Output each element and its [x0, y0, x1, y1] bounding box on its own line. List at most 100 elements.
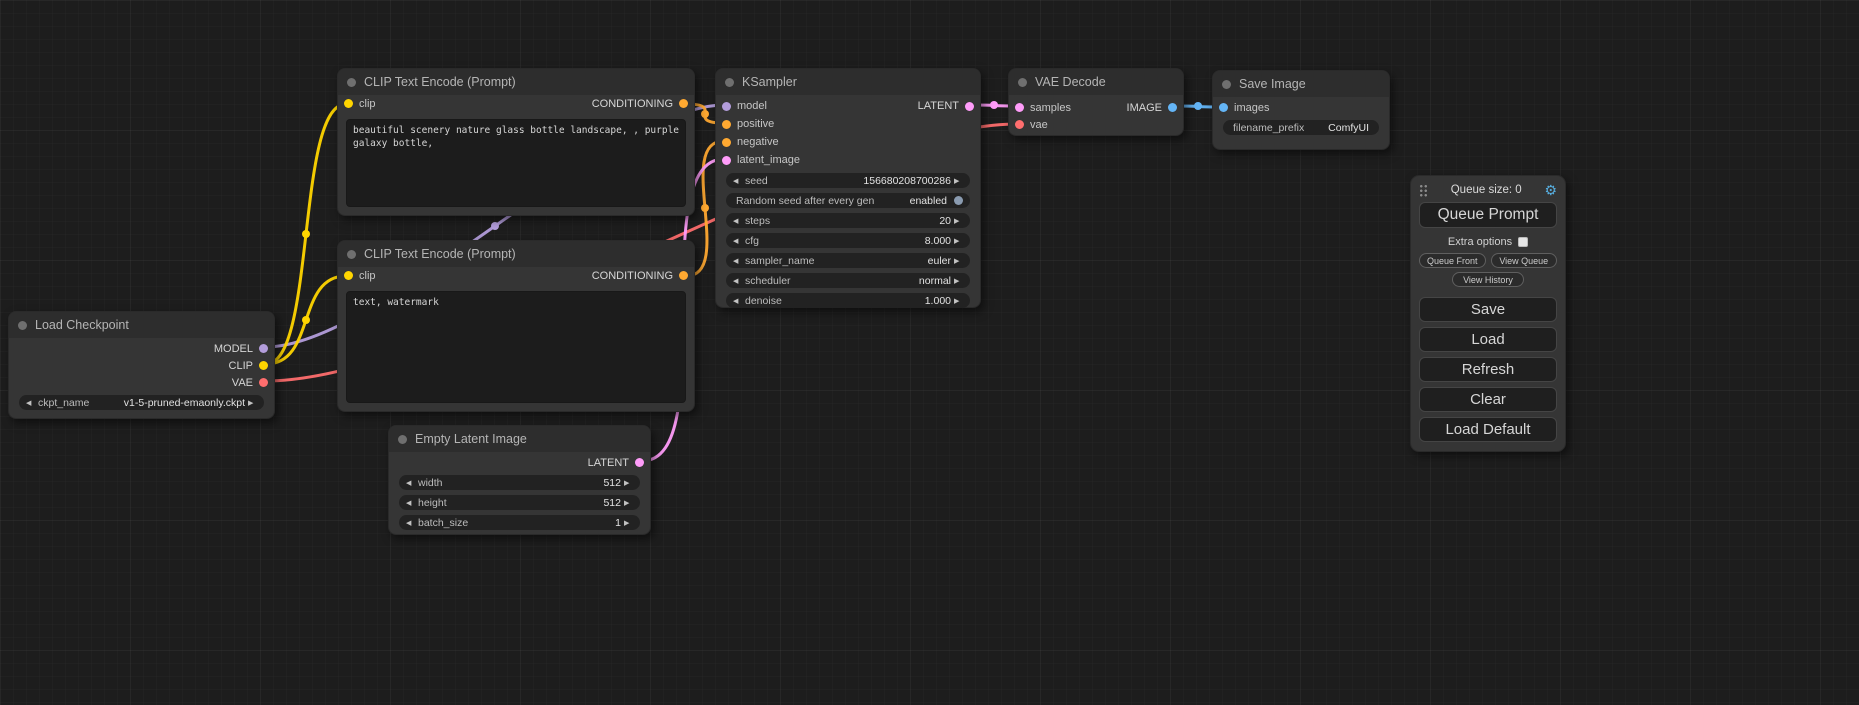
height-widget[interactable]: ◀ height 512 ▶ — [399, 495, 640, 510]
width-widget[interactable]: ◀ width 512 ▶ — [399, 475, 640, 490]
widget-value: 1 — [468, 517, 621, 529]
menu-drag-handle-icon[interactable] — [1419, 184, 1428, 197]
node-title-bar[interactable]: Load Checkpoint — [9, 312, 274, 338]
latent-output-dot[interactable] — [635, 458, 644, 467]
input-slot-clip: clip — [344, 270, 376, 282]
collapse-dot-icon[interactable] — [1018, 78, 1027, 87]
input-slot-images: images — [1213, 99, 1389, 116]
filename-prefix-widget[interactable]: filename_prefix ComfyUI — [1223, 120, 1379, 135]
increment-arrow-icon[interactable]: ▶ — [954, 297, 963, 305]
clip-input-dot[interactable] — [344, 99, 353, 108]
batch-size-widget[interactable]: ◀ batch_size 1 ▶ — [399, 515, 640, 530]
refresh-button[interactable]: Refresh — [1419, 357, 1557, 382]
increment-arrow-icon[interactable]: ▶ — [624, 499, 633, 507]
save-button[interactable]: Save — [1419, 297, 1557, 322]
sampler-name-widget[interactable]: ◀ sampler_name euler ▶ — [726, 253, 970, 268]
seed-widget[interactable]: ◀ seed 156680208700286 ▶ — [726, 173, 970, 188]
widget-label: height — [418, 497, 447, 509]
decrement-arrow-icon[interactable]: ◀ — [733, 177, 742, 185]
conditioning-output-dot[interactable] — [679, 271, 688, 280]
view-queue-button[interactable]: View Queue — [1491, 253, 1558, 268]
decrement-arrow-icon[interactable]: ◀ — [406, 519, 415, 527]
node-title-bar[interactable]: KSampler — [716, 69, 980, 95]
clip-input-dot[interactable] — [344, 271, 353, 280]
negative-input-dot[interactable] — [722, 138, 731, 147]
increment-arrow-icon[interactable]: ▶ — [624, 519, 633, 527]
output-slot-clip: CLIP — [9, 357, 274, 374]
decrement-arrow-icon[interactable]: ◀ — [26, 399, 35, 407]
positive-input-dot[interactable] — [722, 120, 731, 129]
link-midpoint-dot — [990, 101, 998, 109]
link-midpoint-dot — [1194, 102, 1202, 110]
decrement-arrow-icon[interactable]: ◀ — [733, 277, 742, 285]
output-label: CONDITIONING — [592, 98, 673, 110]
node-title-bar[interactable]: CLIP Text Encode (Prompt) — [338, 241, 694, 267]
graph-canvas[interactable]: Load Checkpoint MODEL CLIP VAE ◀ ckpt_na… — [0, 0, 1859, 705]
increment-arrow-icon[interactable]: ▶ — [624, 479, 633, 487]
node-clip-text-encode-negative: CLIP Text Encode (Prompt) clip CONDITION… — [337, 240, 695, 412]
widget-value: v1-5-pruned-emaonly.ckpt — [89, 397, 245, 409]
input-slot-latent-image: latent_image — [716, 151, 980, 169]
node-title: Empty Latent Image — [415, 432, 527, 446]
cfg-widget[interactable]: ◀ cfg 8.000 ▶ — [726, 233, 970, 248]
collapse-dot-icon[interactable] — [398, 435, 407, 444]
samples-input-dot[interactable] — [1015, 103, 1024, 112]
ckpt-name-widget[interactable]: ◀ ckpt_name v1-5-pruned-emaonly.ckpt ▶ — [19, 395, 264, 410]
node-title: Save Image — [1239, 77, 1306, 91]
load-button[interactable]: Load — [1419, 327, 1557, 352]
latent-image-input-dot[interactable] — [722, 156, 731, 165]
decrement-arrow-icon[interactable]: ◀ — [406, 499, 415, 507]
decrement-arrow-icon[interactable]: ◀ — [733, 297, 742, 305]
increment-arrow-icon[interactable]: ▶ — [954, 257, 963, 265]
collapse-dot-icon[interactable] — [347, 250, 356, 259]
images-input-dot[interactable] — [1219, 103, 1228, 112]
node-title-bar[interactable]: Save Image — [1213, 71, 1389, 97]
increment-arrow-icon[interactable]: ▶ — [954, 177, 963, 185]
view-history-button[interactable]: View History — [1452, 272, 1524, 287]
increment-arrow-icon[interactable]: ▶ — [248, 399, 257, 407]
clip-output-dot[interactable] — [259, 361, 268, 370]
decrement-arrow-icon[interactable]: ◀ — [733, 257, 742, 265]
increment-arrow-icon[interactable]: ▶ — [954, 277, 963, 285]
scheduler-widget[interactable]: ◀ scheduler normal ▶ — [726, 273, 970, 288]
increment-arrow-icon[interactable]: ▶ — [954, 217, 963, 225]
decrement-arrow-icon[interactable]: ◀ — [733, 237, 742, 245]
randomize-toggle-dot[interactable] — [954, 196, 963, 205]
latent-output-dot[interactable] — [965, 102, 974, 111]
conditioning-output-dot[interactable] — [679, 99, 688, 108]
output-label: LATENT — [918, 100, 959, 112]
node-title-bar[interactable]: CLIP Text Encode (Prompt) — [338, 69, 694, 95]
output-label: VAE — [232, 377, 253, 389]
widget-label: filename_prefix — [1233, 122, 1304, 134]
decrement-arrow-icon[interactable]: ◀ — [406, 479, 415, 487]
clear-button[interactable]: Clear — [1419, 387, 1557, 412]
collapse-dot-icon[interactable] — [725, 78, 734, 87]
node-clip-text-encode-positive: CLIP Text Encode (Prompt) clip CONDITION… — [337, 68, 695, 216]
denoise-widget[interactable]: ◀ denoise 1.000 ▶ — [726, 293, 970, 308]
input-slot-negative: negative — [716, 133, 980, 151]
model-output-dot[interactable] — [259, 344, 268, 353]
widget-value: euler — [814, 255, 951, 267]
queue-prompt-button[interactable]: Queue Prompt — [1419, 202, 1557, 228]
load-default-button[interactable]: Load Default — [1419, 417, 1557, 442]
collapse-dot-icon[interactable] — [18, 321, 27, 330]
vae-input-dot[interactable] — [1015, 120, 1024, 129]
queue-front-button[interactable]: Queue Front — [1419, 253, 1486, 268]
positive-prompt-textarea[interactable]: beautiful scenery nature glass bottle la… — [346, 119, 686, 207]
decrement-arrow-icon[interactable]: ◀ — [733, 217, 742, 225]
node-title-bar[interactable]: Empty Latent Image — [389, 426, 650, 452]
vae-output-dot[interactable] — [259, 378, 268, 387]
settings-gear-icon[interactable]: ⚙ — [1544, 183, 1557, 197]
increment-arrow-icon[interactable]: ▶ — [954, 237, 963, 245]
node-title-bar[interactable]: VAE Decode — [1009, 69, 1183, 95]
image-output-dot[interactable] — [1168, 103, 1177, 112]
collapse-dot-icon[interactable] — [1222, 80, 1231, 89]
collapse-dot-icon[interactable] — [347, 78, 356, 87]
random-seed-widget[interactable]: Random seed after every gen enabled — [726, 193, 970, 208]
negative-prompt-textarea[interactable]: text, watermark — [346, 291, 686, 403]
input-label: latent_image — [737, 154, 800, 166]
node-vae-decode: VAE Decode samples IMAGE vae — [1008, 68, 1184, 136]
extra-options-checkbox[interactable] — [1518, 237, 1528, 247]
steps-widget[interactable]: ◀ steps 20 ▶ — [726, 213, 970, 228]
node-empty-latent-image: Empty Latent Image LATENT ◀ width 512 ▶ … — [388, 425, 651, 535]
